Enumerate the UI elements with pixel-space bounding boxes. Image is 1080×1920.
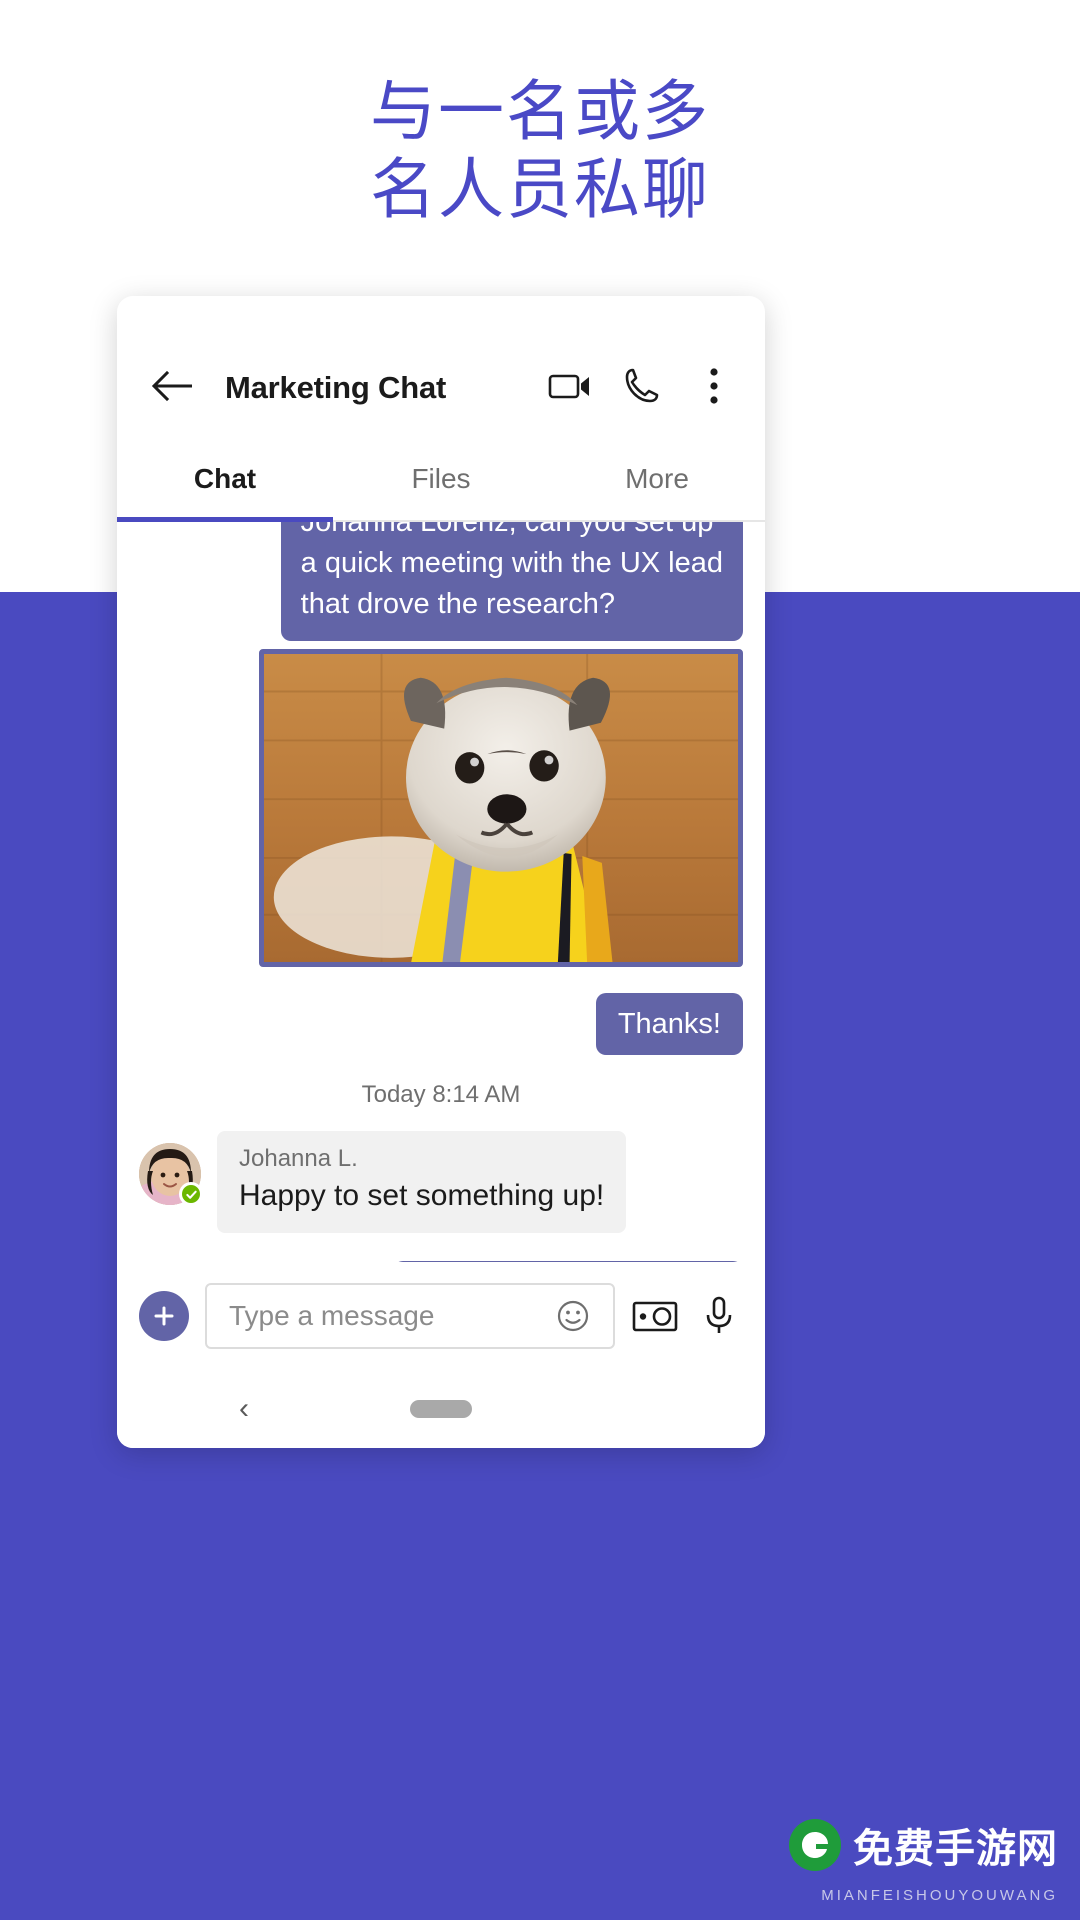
- phone-icon: [624, 367, 660, 410]
- arrow-left-icon: [151, 369, 195, 408]
- tab-chat[interactable]: Chat: [117, 436, 333, 522]
- headline-line-1: 与一名或多: [370, 74, 710, 148]
- check-icon: [185, 1190, 197, 1199]
- phone-mockup: Marketing Chat Chat Files More Johanna L…: [117, 296, 765, 1448]
- outgoing-message-bubble[interactable]: This is great stuff, guys!: [393, 1261, 743, 1262]
- message-text: Happy to set something up!: [239, 1179, 605, 1212]
- add-attachment-button[interactable]: [139, 1291, 189, 1341]
- watermark-logo-icon: [789, 1819, 841, 1871]
- message-composer: Type a message: [117, 1262, 765, 1370]
- smiley-icon: [557, 1300, 589, 1332]
- message-row: Johanna L. Happy to set something up!: [139, 1131, 743, 1233]
- message-timestamp: Today 8:14 AM: [361, 1081, 521, 1108]
- microphone-icon: [706, 1296, 732, 1333]
- screenshot-root: 与一名或多 名人员私聊 Marketing Chat Chat Files Mo…: [0, 0, 1080, 1920]
- camera-icon: [632, 1301, 678, 1332]
- tab-bar: Chat Files More: [117, 436, 765, 522]
- message-row: This is great stuff, guys!: [139, 1261, 743, 1262]
- outgoing-message-bubble[interactable]: Johanna Lorenz, can you set up a quick m…: [280, 522, 743, 641]
- incoming-message-bubble[interactable]: Johanna L. Happy to set something up!: [217, 1131, 627, 1233]
- page-title: 与一名或多 名人员私聊: [0, 72, 1080, 228]
- headline-line-2: 名人员私聊: [370, 152, 710, 226]
- watermark-text: 免费手游网: [853, 1827, 1058, 1871]
- tab-files[interactable]: Files: [333, 436, 549, 522]
- system-back-button[interactable]: ‹: [239, 1392, 249, 1426]
- message-sender-name: Johanna L.: [239, 1145, 358, 1172]
- emoji-button[interactable]: [549, 1292, 597, 1340]
- tab-files-label: Files: [411, 463, 471, 494]
- message-row: Johanna Lorenz, can you set up a quick m…: [139, 522, 743, 641]
- plus-icon: [154, 1306, 174, 1326]
- overflow-menu-button[interactable]: [689, 363, 739, 413]
- message-row: Thanks!: [139, 993, 743, 1055]
- microphone-button[interactable]: [695, 1292, 743, 1340]
- tab-more[interactable]: More: [549, 436, 765, 522]
- message-input-placeholder: Type a message: [229, 1300, 435, 1331]
- app-bar-actions: [545, 363, 739, 413]
- audio-call-button[interactable]: [617, 363, 667, 413]
- tab-chat-label: Chat: [193, 463, 257, 494]
- message-input[interactable]: Type a message: [205, 1283, 615, 1349]
- message-row: [139, 641, 743, 967]
- message-list[interactable]: Johanna Lorenz, can you set up a quick m…: [117, 522, 765, 1262]
- message-line-1: Johanna Lorenz, can you set up: [300, 522, 714, 538]
- message-line-2: a quick meeting with the UX lead: [300, 547, 723, 579]
- back-button[interactable]: [147, 362, 199, 414]
- more-vertical-icon: [708, 366, 720, 411]
- outgoing-message-bubble[interactable]: Thanks!: [595, 993, 743, 1055]
- system-nav-bar: ‹: [117, 1370, 765, 1448]
- message-line-3: that drove the research?: [300, 588, 616, 620]
- camera-button[interactable]: [631, 1292, 679, 1340]
- app-bar: Marketing Chat: [117, 340, 765, 436]
- tab-more-label: More: [625, 463, 689, 494]
- video-camera-icon: [548, 370, 592, 407]
- avatar[interactable]: [139, 1143, 203, 1206]
- shared-photo[interactable]: [259, 649, 743, 967]
- dog-photo-illustration: [264, 654, 738, 962]
- chat-title: Marketing Chat: [225, 370, 447, 405]
- watermark-subtext: MIANFEISHOUYOUWANG: [821, 1887, 1058, 1904]
- home-indicator[interactable]: [410, 1400, 472, 1418]
- status-badge: [179, 1182, 203, 1206]
- video-call-button[interactable]: [545, 363, 595, 413]
- watermark: 免费手游网: [789, 1816, 1058, 1874]
